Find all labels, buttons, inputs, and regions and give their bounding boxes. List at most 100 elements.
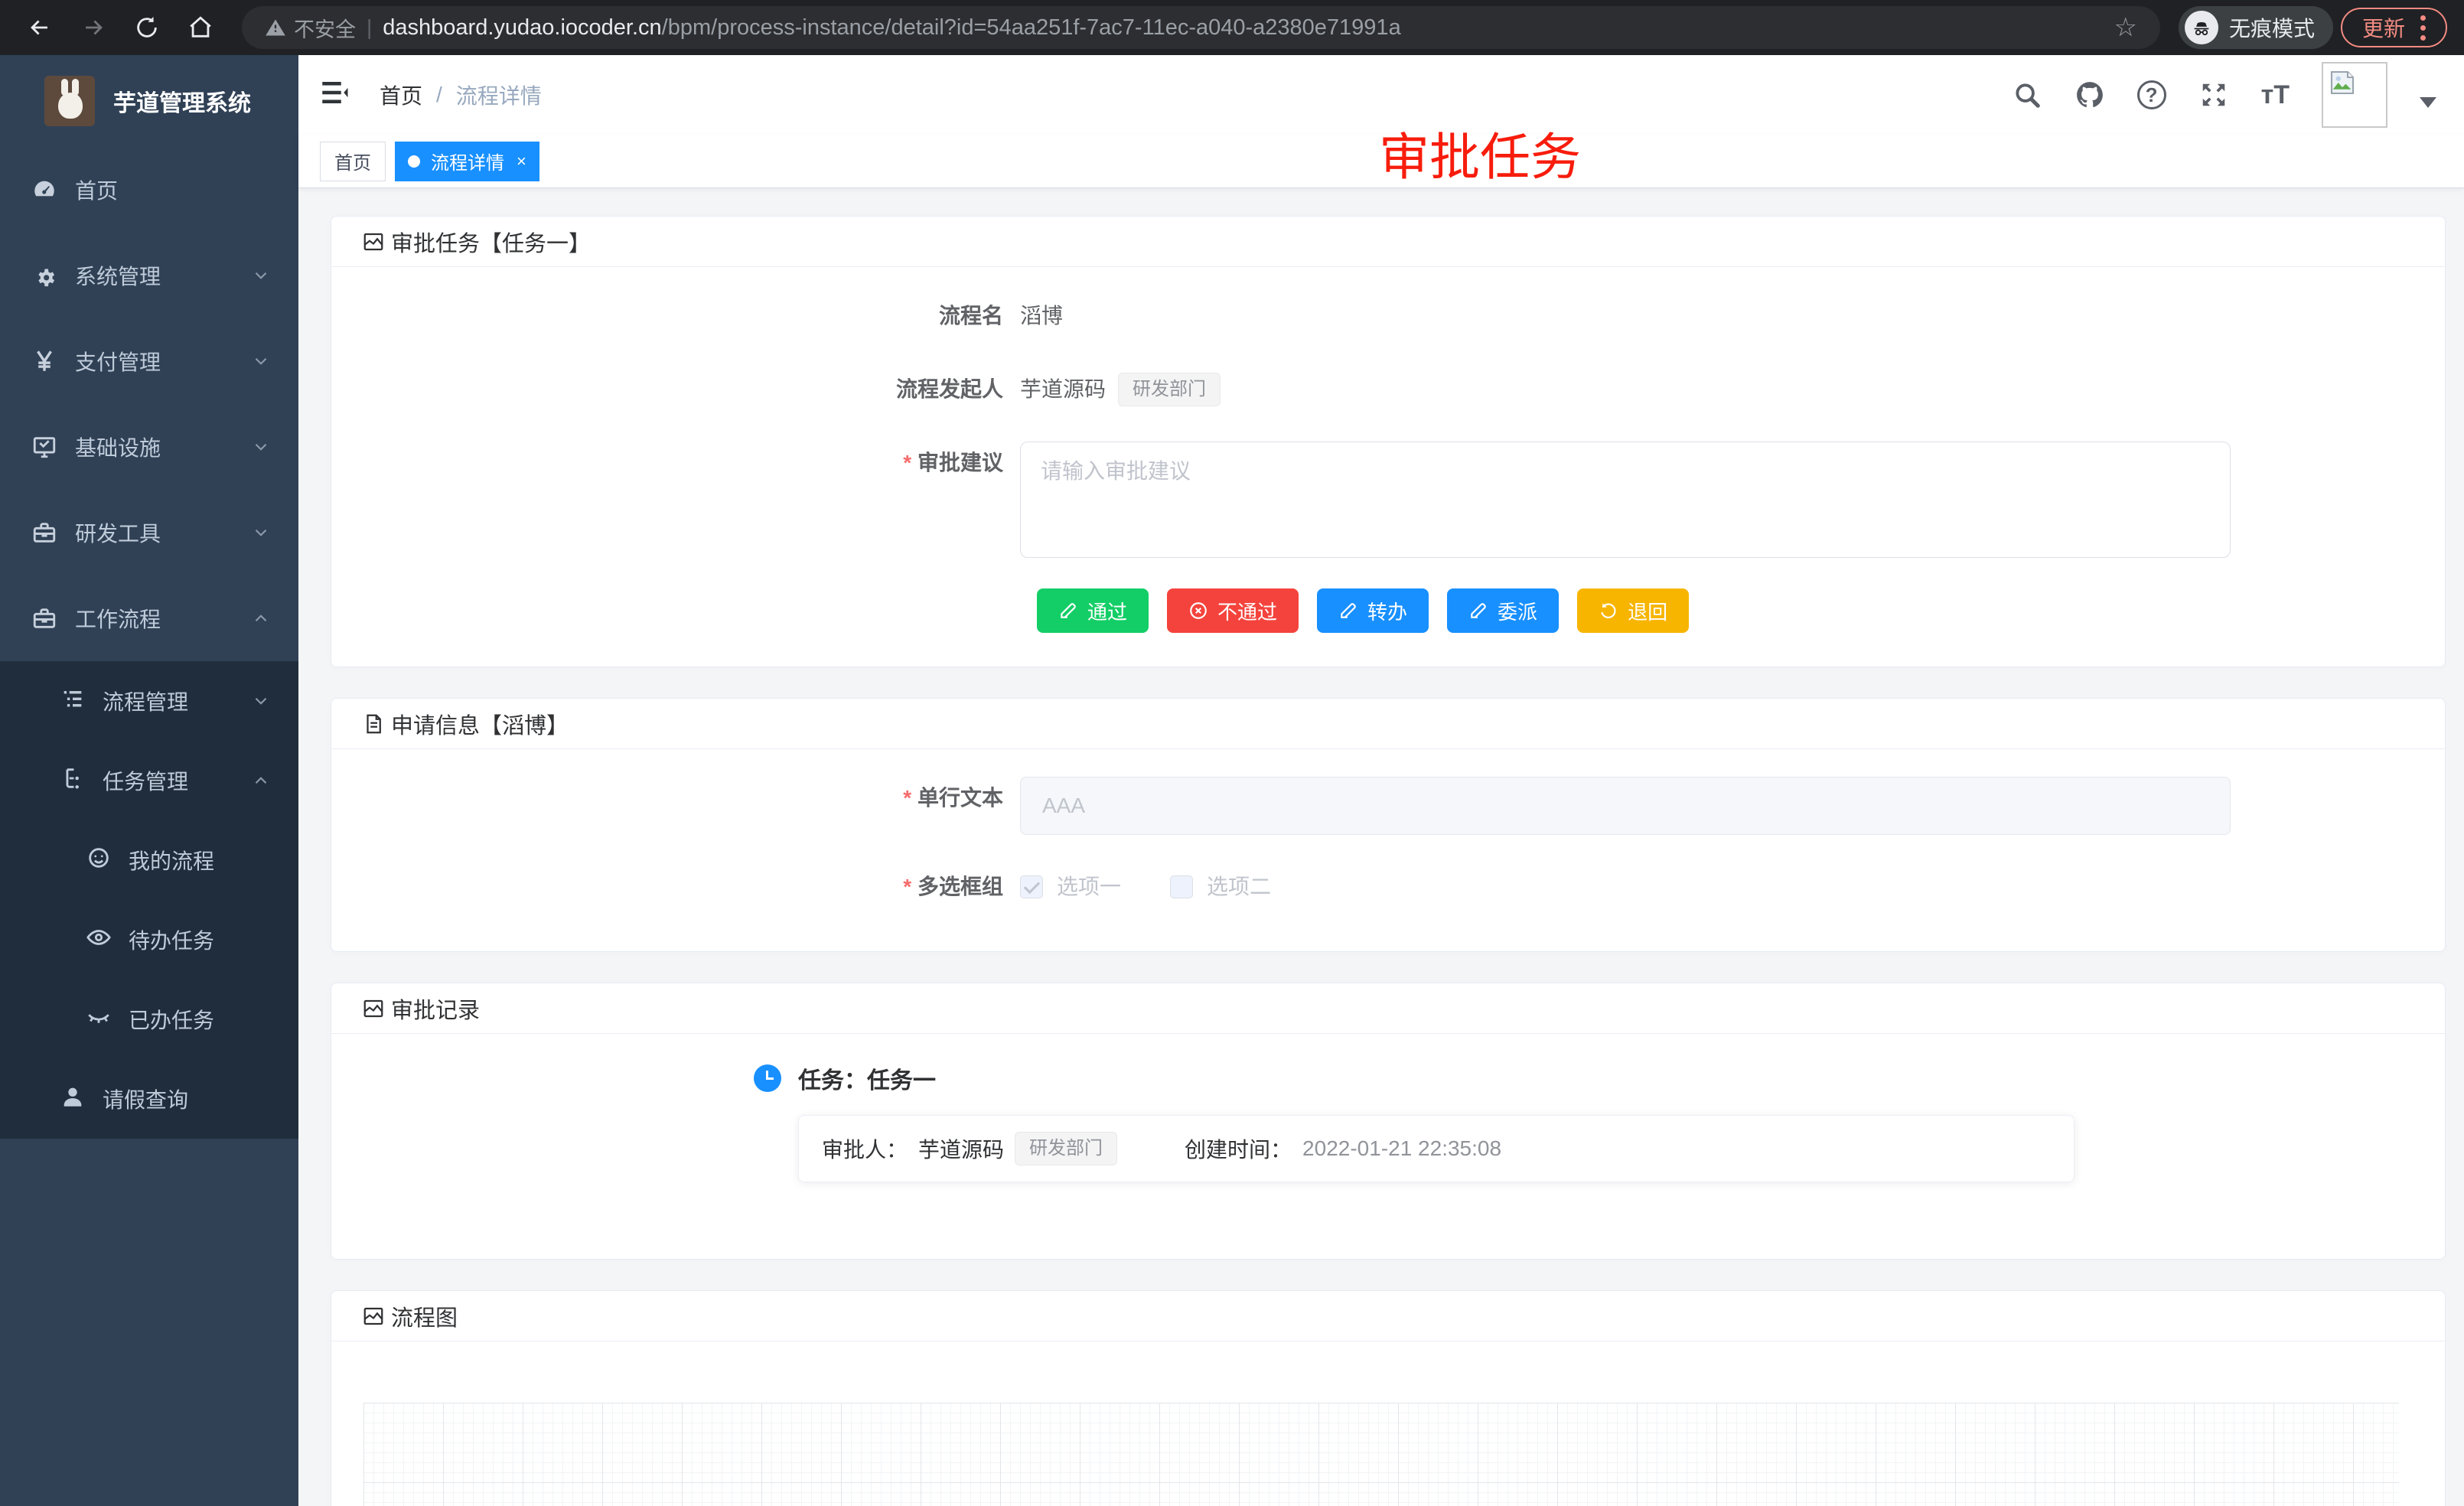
sidebar-item-label: 待办任务 <box>129 924 271 955</box>
edit-icon <box>1058 601 1078 621</box>
github-icon[interactable] <box>2075 80 2105 110</box>
checkbox-label: 选项二 <box>1207 865 1271 908</box>
checkbox-group-row: 多选框组 选项一 选项二 <box>362 865 2414 908</box>
checkbox-option-2[interactable]: 选项二 <box>1170 865 1271 908</box>
chevron-down-icon <box>251 523 271 543</box>
reject-button[interactable]: 不通过 <box>1167 588 1299 633</box>
forward-icon[interactable] <box>70 5 116 51</box>
fullscreen-icon[interactable] <box>2198 80 2229 110</box>
sidebar-collapse-icon[interactable] <box>318 77 355 113</box>
chevron-down-icon <box>251 351 271 371</box>
process-name-row: 流程名 滔博 <box>362 295 2414 337</box>
font-size-icon[interactable]: ᴛT <box>2261 80 2290 110</box>
briefcase-icon <box>31 605 58 632</box>
suggestion-textarea[interactable] <box>1020 442 2231 558</box>
tab-process-detail[interactable]: 流程详情 × <box>395 142 539 181</box>
active-tab-dot <box>408 155 420 168</box>
clock-icon <box>754 1064 781 1092</box>
page-content: 审批任务【任务一】 流程名 滔博 流程发起人 芋道源码 研发部门 <box>298 188 2464 1506</box>
back-icon[interactable] <box>17 5 63 51</box>
process-diagram-card: 流程图 <box>331 1290 2446 1506</box>
reload-icon[interactable] <box>124 5 170 51</box>
diagram-card-header: 流程图 <box>331 1291 2445 1341</box>
delegate-button[interactable]: 委派 <box>1447 588 1559 633</box>
toolbox-icon <box>31 519 58 546</box>
approve-button[interactable]: 通过 <box>1037 588 1149 633</box>
sidebar-item-my-process[interactable]: 我的流程 <box>0 820 298 900</box>
initiator-dept-tag: 研发部门 <box>1118 373 1221 406</box>
sidebar-item-devtools[interactable]: 研发工具 <box>0 490 298 575</box>
sidebar-item-system[interactable]: 系统管理 <box>0 233 298 318</box>
dashboard-icon <box>31 176 58 204</box>
circle-close-icon <box>1188 601 1208 621</box>
security-label: 不安全 <box>294 13 356 43</box>
chevron-up-icon <box>251 771 271 790</box>
breadcrumb-home[interactable]: 首页 <box>380 80 422 110</box>
url-path: /bpm/process-instance/detail?id=54aa251f… <box>662 15 1401 40</box>
security-warning[interactable]: 不安全 <box>265 13 356 43</box>
sidebar-item-label: 任务管理 <box>103 765 251 796</box>
process-name-value: 滔博 <box>1020 295 1063 337</box>
user-menu-caret-icon[interactable] <box>2420 97 2436 108</box>
tab-close-icon[interactable]: × <box>517 152 526 171</box>
button-label: 不通过 <box>1217 597 1277 625</box>
created-time-label: 创建时间： <box>1185 1133 1292 1164</box>
chevron-down-icon <box>251 691 271 711</box>
update-button[interactable]: 更新 <box>2341 8 2447 47</box>
return-button[interactable]: 退回 <box>1577 588 1689 633</box>
browser-toolbar: 不安全 | dashboard.yudao.iocoder.cn/bpm/pro… <box>0 0 2464 55</box>
incognito-icon <box>2185 11 2218 44</box>
app-logo <box>44 76 95 126</box>
main-area: 审批任务 首页 / 流程详情 ? ᴛT <box>298 55 2464 1506</box>
button-label: 转办 <box>1367 597 1407 625</box>
picture-icon <box>362 1305 385 1328</box>
checkbox-checked-icon[interactable] <box>1020 875 1043 898</box>
picture-icon <box>362 997 385 1020</box>
tab-label: 流程详情 <box>431 148 504 174</box>
checkbox-label: 选项一 <box>1057 865 1121 908</box>
tab-home[interactable]: 首页 <box>320 142 386 181</box>
picture-icon <box>362 230 385 253</box>
checkbox-unchecked-icon[interactable] <box>1170 875 1193 898</box>
help-icon[interactable]: ? <box>2137 80 2166 109</box>
sidebar-item-label: 流程管理 <box>103 686 251 716</box>
browser-menu-icon[interactable] <box>2420 15 2426 41</box>
sidebar: 芋道管理系统 首页 系统管理 支付管理 基础设施 <box>0 55 298 1506</box>
sidebar-item-label: 已办任务 <box>129 1004 271 1035</box>
record-card-header: 审批记录 <box>331 983 2445 1034</box>
monitor-icon <box>31 433 58 461</box>
bookmark-star-icon[interactable]: ☆ <box>2114 12 2136 43</box>
checkbox-option-1[interactable]: 选项一 <box>1020 865 1121 908</box>
sidebar-item-task-mgmt[interactable]: 任务管理 <box>0 741 298 820</box>
sidebar-item-done-tasks[interactable]: 已办任务 <box>0 980 298 1059</box>
bpmn-diagram-canvas[interactable] <box>363 1403 2399 1506</box>
button-label: 委派 <box>1498 597 1537 625</box>
document-icon <box>362 712 385 735</box>
application-info-card: 申请信息【滔博】 单行文本 多选框组 选项一 <box>331 698 2446 952</box>
sidebar-item-infrastructure[interactable]: 基础设施 <box>0 404 298 490</box>
app-logo-row[interactable]: 芋道管理系统 <box>0 55 298 147</box>
sidebar-item-label: 工作流程 <box>75 603 251 634</box>
transfer-button[interactable]: 转办 <box>1317 588 1429 633</box>
update-label: 更新 <box>2362 12 2405 43</box>
initiator-label: 流程发起人 <box>362 368 1020 411</box>
sidebar-item-process-mgmt[interactable]: 流程管理 <box>0 661 298 741</box>
single-text-row: 单行文本 <box>362 777 2414 835</box>
home-icon[interactable] <box>178 5 223 51</box>
sidebar-item-todo-tasks[interactable]: 待办任务 <box>0 900 298 980</box>
page-url: dashboard.yudao.iocoder.cn/bpm/process-i… <box>383 15 1400 41</box>
sidebar-item-workflow[interactable]: 工作流程 <box>0 575 298 661</box>
sidebar-item-payment[interactable]: 支付管理 <box>0 318 298 404</box>
single-text-input[interactable] <box>1020 777 2231 835</box>
avatar[interactable] <box>2322 62 2387 128</box>
list-tree-icon <box>60 686 86 717</box>
address-bar[interactable]: 不安全 | dashboard.yudao.iocoder.cn/bpm/pro… <box>242 6 2160 49</box>
edit-icon <box>1338 601 1358 621</box>
initiator-value: 芋道源码 <box>1020 368 1106 411</box>
timeline-item: 任务：任务一 <box>754 1061 2414 1095</box>
card-title: 审批任务【任务一】 <box>391 226 591 258</box>
search-icon[interactable] <box>2012 80 2042 110</box>
sidebar-item-leave-query[interactable]: 请假查询 <box>0 1059 298 1139</box>
approval-task-card: 审批任务【任务一】 流程名 滔博 流程发起人 芋道源码 研发部门 <box>331 216 2446 667</box>
sidebar-item-home[interactable]: 首页 <box>0 147 298 233</box>
